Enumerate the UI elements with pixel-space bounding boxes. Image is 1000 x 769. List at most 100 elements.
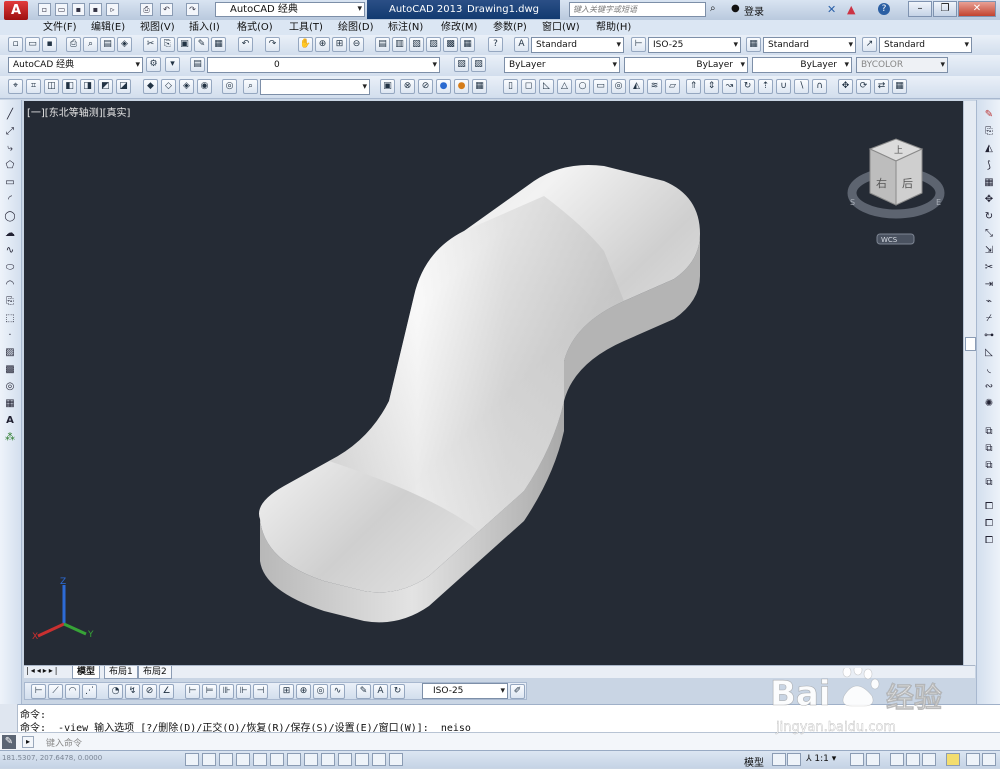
dim-style-select[interactable]: ISO-25 bbox=[422, 683, 508, 699]
break-icon[interactable]: ⌿ bbox=[982, 312, 996, 326]
coordinate-readout[interactable]: 181.5307, 207.6478, 0.0000 bbox=[2, 754, 102, 762]
qnew-icon[interactable]: ▫ bbox=[8, 37, 23, 52]
table-style-select[interactable]: Standard bbox=[763, 37, 856, 53]
sheet-set-icon[interactable]: ▨ bbox=[426, 37, 441, 52]
offset-icon[interactable]: ⟆ bbox=[982, 159, 996, 173]
markup-icon[interactable]: ▩ bbox=[443, 37, 458, 52]
polygon-icon[interactable]: ⬠ bbox=[3, 159, 17, 173]
view-left-icon[interactable]: ◈ bbox=[179, 79, 194, 94]
ucs-icon[interactable]: ⌖ bbox=[8, 79, 23, 94]
cut-icon[interactable]: ✂ bbox=[143, 37, 158, 52]
pyramid-icon[interactable]: ◭ bbox=[629, 79, 644, 94]
otrack-toggle[interactable] bbox=[287, 753, 301, 766]
dim-baseline-icon[interactable]: ⊨ bbox=[202, 684, 217, 699]
menu-file[interactable]: 文件(F) bbox=[43, 21, 77, 34]
open-file-icon[interactable]: ▭ bbox=[55, 3, 68, 16]
break-at-point-icon[interactable]: ⌁ bbox=[982, 295, 996, 309]
explode-icon[interactable]: ✺ bbox=[982, 397, 996, 411]
blend-icon[interactable]: ∾ bbox=[982, 380, 996, 394]
construction-line-icon[interactable]: ⤢ bbox=[3, 125, 17, 139]
hardware-accel-icon[interactable] bbox=[922, 753, 936, 766]
vertical-scrollbar[interactable] bbox=[963, 101, 976, 665]
calculator-icon[interactable]: ▦ bbox=[460, 37, 475, 52]
fillet-icon[interactable]: ◟ bbox=[982, 363, 996, 377]
draworder-under-icon[interactable]: ⧉ bbox=[982, 476, 996, 490]
visual-styles-manager-icon[interactable]: ▦ bbox=[472, 79, 487, 94]
menu-format[interactable]: 格式(O) bbox=[237, 21, 273, 34]
plot-icon[interactable]: ⎙ bbox=[66, 37, 81, 52]
polar-toggle[interactable] bbox=[236, 753, 250, 766]
annotation-scale[interactable]: ⅄ 1:1 ▾ bbox=[806, 754, 836, 764]
annotation-visibility-icon[interactable] bbox=[850, 753, 864, 766]
workspace-save-icon[interactable]: ▾ bbox=[165, 57, 180, 72]
revolve-icon[interactable]: ↻ bbox=[740, 79, 755, 94]
undo-icon[interactable]: ↶ bbox=[160, 3, 173, 16]
plotstyle-select[interactable]: BYCOLOR bbox=[856, 57, 948, 73]
snap-mode-toggle[interactable] bbox=[185, 753, 199, 766]
helix-icon[interactable]: ≋ bbox=[647, 79, 662, 94]
new-file-icon[interactable]: ▫ bbox=[38, 3, 51, 16]
camera-icon[interactable]: ◎ bbox=[222, 79, 237, 94]
add-selected-icon[interactable]: ⁂ bbox=[3, 431, 17, 445]
center-mark-icon[interactable]: ⊕ bbox=[296, 684, 311, 699]
login-link[interactable]: 登录 bbox=[744, 3, 764, 18]
app-menu-button[interactable]: A bbox=[4, 1, 28, 20]
clean-screen-icon[interactable] bbox=[982, 753, 996, 766]
paste-icon[interactable]: ▣ bbox=[177, 37, 192, 52]
view-right-icon[interactable]: ◉ bbox=[197, 79, 212, 94]
menu-modify[interactable]: 修改(M) bbox=[441, 21, 477, 34]
menu-dimension[interactable]: 标注(N) bbox=[388, 21, 423, 34]
dim-quick-icon[interactable]: ⊢ bbox=[185, 684, 200, 699]
quick-properties-toggle[interactable] bbox=[372, 753, 386, 766]
help-icon[interactable]: ? bbox=[878, 3, 890, 15]
zoom-realtime-icon[interactable]: ⊕ bbox=[315, 37, 330, 52]
extend-icon[interactable]: ⇥ bbox=[982, 278, 996, 292]
menu-insert[interactable]: 插入(I) bbox=[189, 21, 220, 34]
table-style-icon[interactable]: ▦ bbox=[746, 37, 761, 52]
save-icon[interactable]: ▪ bbox=[72, 3, 85, 16]
rectangle-icon[interactable]: ▭ bbox=[3, 176, 17, 190]
draworder-back-icon[interactable]: ⧉ bbox=[982, 442, 996, 456]
layout-view-icon[interactable] bbox=[772, 753, 786, 766]
text-style-icon[interactable]: A bbox=[514, 37, 529, 52]
dim-diameter-icon[interactable]: ⊘ bbox=[142, 684, 157, 699]
subtract-icon[interactable]: ∖ bbox=[794, 79, 809, 94]
tolerance-icon[interactable]: ⊞ bbox=[279, 684, 294, 699]
realistic-icon[interactable]: ● bbox=[436, 79, 451, 94]
command-line-handle[interactable] bbox=[0, 704, 18, 732]
3darray-icon[interactable]: ▦ bbox=[892, 79, 907, 94]
search-icon[interactable]: ⌕ bbox=[710, 3, 722, 16]
spline-icon[interactable]: ∿ bbox=[3, 244, 17, 258]
join-icon[interactable]: ⊶ bbox=[982, 329, 996, 343]
box-icon[interactable]: ◻ bbox=[521, 79, 536, 94]
stretch-icon[interactable]: ⇲ bbox=[982, 244, 996, 258]
inspection-icon[interactable]: ◎ bbox=[313, 684, 328, 699]
linetype-select[interactable]: ByLayer bbox=[624, 57, 748, 73]
block-editor-icon[interactable]: ▦ bbox=[211, 37, 226, 52]
zoom-window-icon[interactable]: ⊞ bbox=[332, 37, 347, 52]
grid-toggle[interactable] bbox=[202, 753, 216, 766]
dim-space-icon[interactable]: ⊩ bbox=[236, 684, 251, 699]
2d-wireframe-icon[interactable]: ▣ bbox=[380, 79, 395, 94]
properties-icon[interactable]: ▤ bbox=[375, 37, 390, 52]
tool-palettes-icon[interactable]: ▧ bbox=[409, 37, 424, 52]
customize-wrench-icon[interactable]: ✎ bbox=[2, 735, 16, 749]
menu-draw[interactable]: 绘图(D) bbox=[338, 21, 374, 34]
dim-break-icon[interactable]: ⊣ bbox=[253, 684, 268, 699]
3dalign-icon[interactable]: ⇄ bbox=[874, 79, 889, 94]
close-button[interactable]: ✕ bbox=[958, 1, 996, 17]
jogged-linear-icon[interactable]: ∿ bbox=[330, 684, 345, 699]
union-icon[interactable]: ∪ bbox=[776, 79, 791, 94]
view-top-icon[interactable]: ◆ bbox=[143, 79, 158, 94]
dim-edit-icon[interactable]: ✎ bbox=[356, 684, 371, 699]
wcs-label[interactable]: WCS bbox=[881, 236, 898, 244]
layer-select[interactable]: 0 bbox=[207, 57, 440, 73]
publish-icon[interactable]: ▤ bbox=[100, 37, 115, 52]
viewcube-top-label[interactable]: 上 bbox=[894, 145, 903, 156]
sweep-icon[interactable]: ↝ bbox=[722, 79, 737, 94]
draworder-front-icon[interactable]: ⧉ bbox=[982, 425, 996, 439]
tab-nav-arrows[interactable]: |◂◂▸▸| bbox=[26, 666, 59, 675]
dim-style-icon[interactable]: ⊢ bbox=[631, 37, 646, 52]
hatch-icon[interactable]: ▨ bbox=[3, 346, 17, 360]
table-icon[interactable]: ▦ bbox=[3, 397, 17, 411]
